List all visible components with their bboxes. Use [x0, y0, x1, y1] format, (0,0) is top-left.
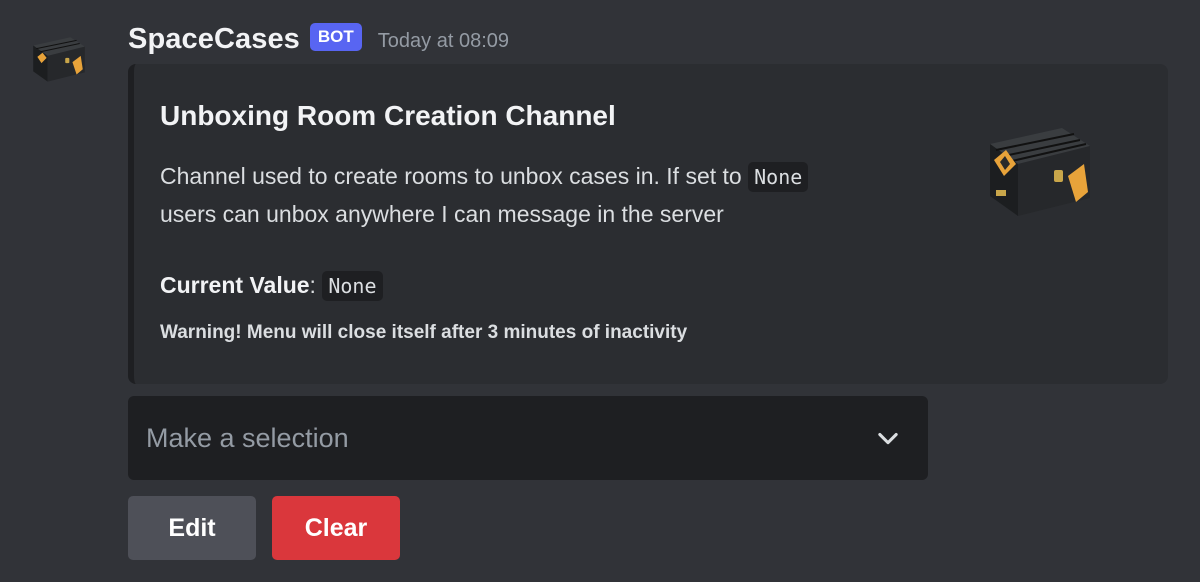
field-value: None	[322, 271, 383, 301]
bot-avatar[interactable]	[20, 28, 96, 92]
description-text: users can unbox anywhere I can message i…	[160, 201, 724, 227]
embed-field: Current Value: None	[160, 267, 383, 304]
dropdown-placeholder: Make a selection	[146, 422, 349, 453]
weapon-case-icon	[33, 37, 85, 82]
chat-message: SpaceCases BOT Today at 08:09 Unboxing R…	[0, 0, 1200, 582]
embed-thumbnail[interactable]	[976, 110, 1100, 234]
message-header: SpaceCases BOT Today at 08:09	[128, 20, 509, 58]
embed-description: Channel used to create rooms to unbox ca…	[160, 158, 920, 233]
description-text: Channel used to create rooms to unbox ca…	[160, 163, 749, 189]
embed-title: Unboxing Room Creation Channel	[160, 100, 616, 131]
weapon-case-icon	[990, 128, 1090, 216]
clear-button[interactable]: Clear	[272, 496, 400, 560]
field-separator: :	[309, 272, 323, 298]
selection-dropdown[interactable]: Make a selection	[128, 396, 928, 480]
bot-badge: BOT	[309, 23, 362, 51]
embed-card: Unboxing Room Creation Channel Channel u…	[128, 64, 1168, 384]
inline-code: None	[748, 162, 809, 192]
chevron-down-icon	[878, 432, 898, 445]
edit-button[interactable]: Edit	[128, 496, 256, 560]
author-name[interactable]: SpaceCases	[128, 23, 300, 56]
embed-footer: Warning! Menu will close itself after 3 …	[160, 322, 688, 343]
field-name: Current Value	[160, 272, 310, 298]
message-timestamp[interactable]: Today at 08:09	[378, 30, 509, 53]
